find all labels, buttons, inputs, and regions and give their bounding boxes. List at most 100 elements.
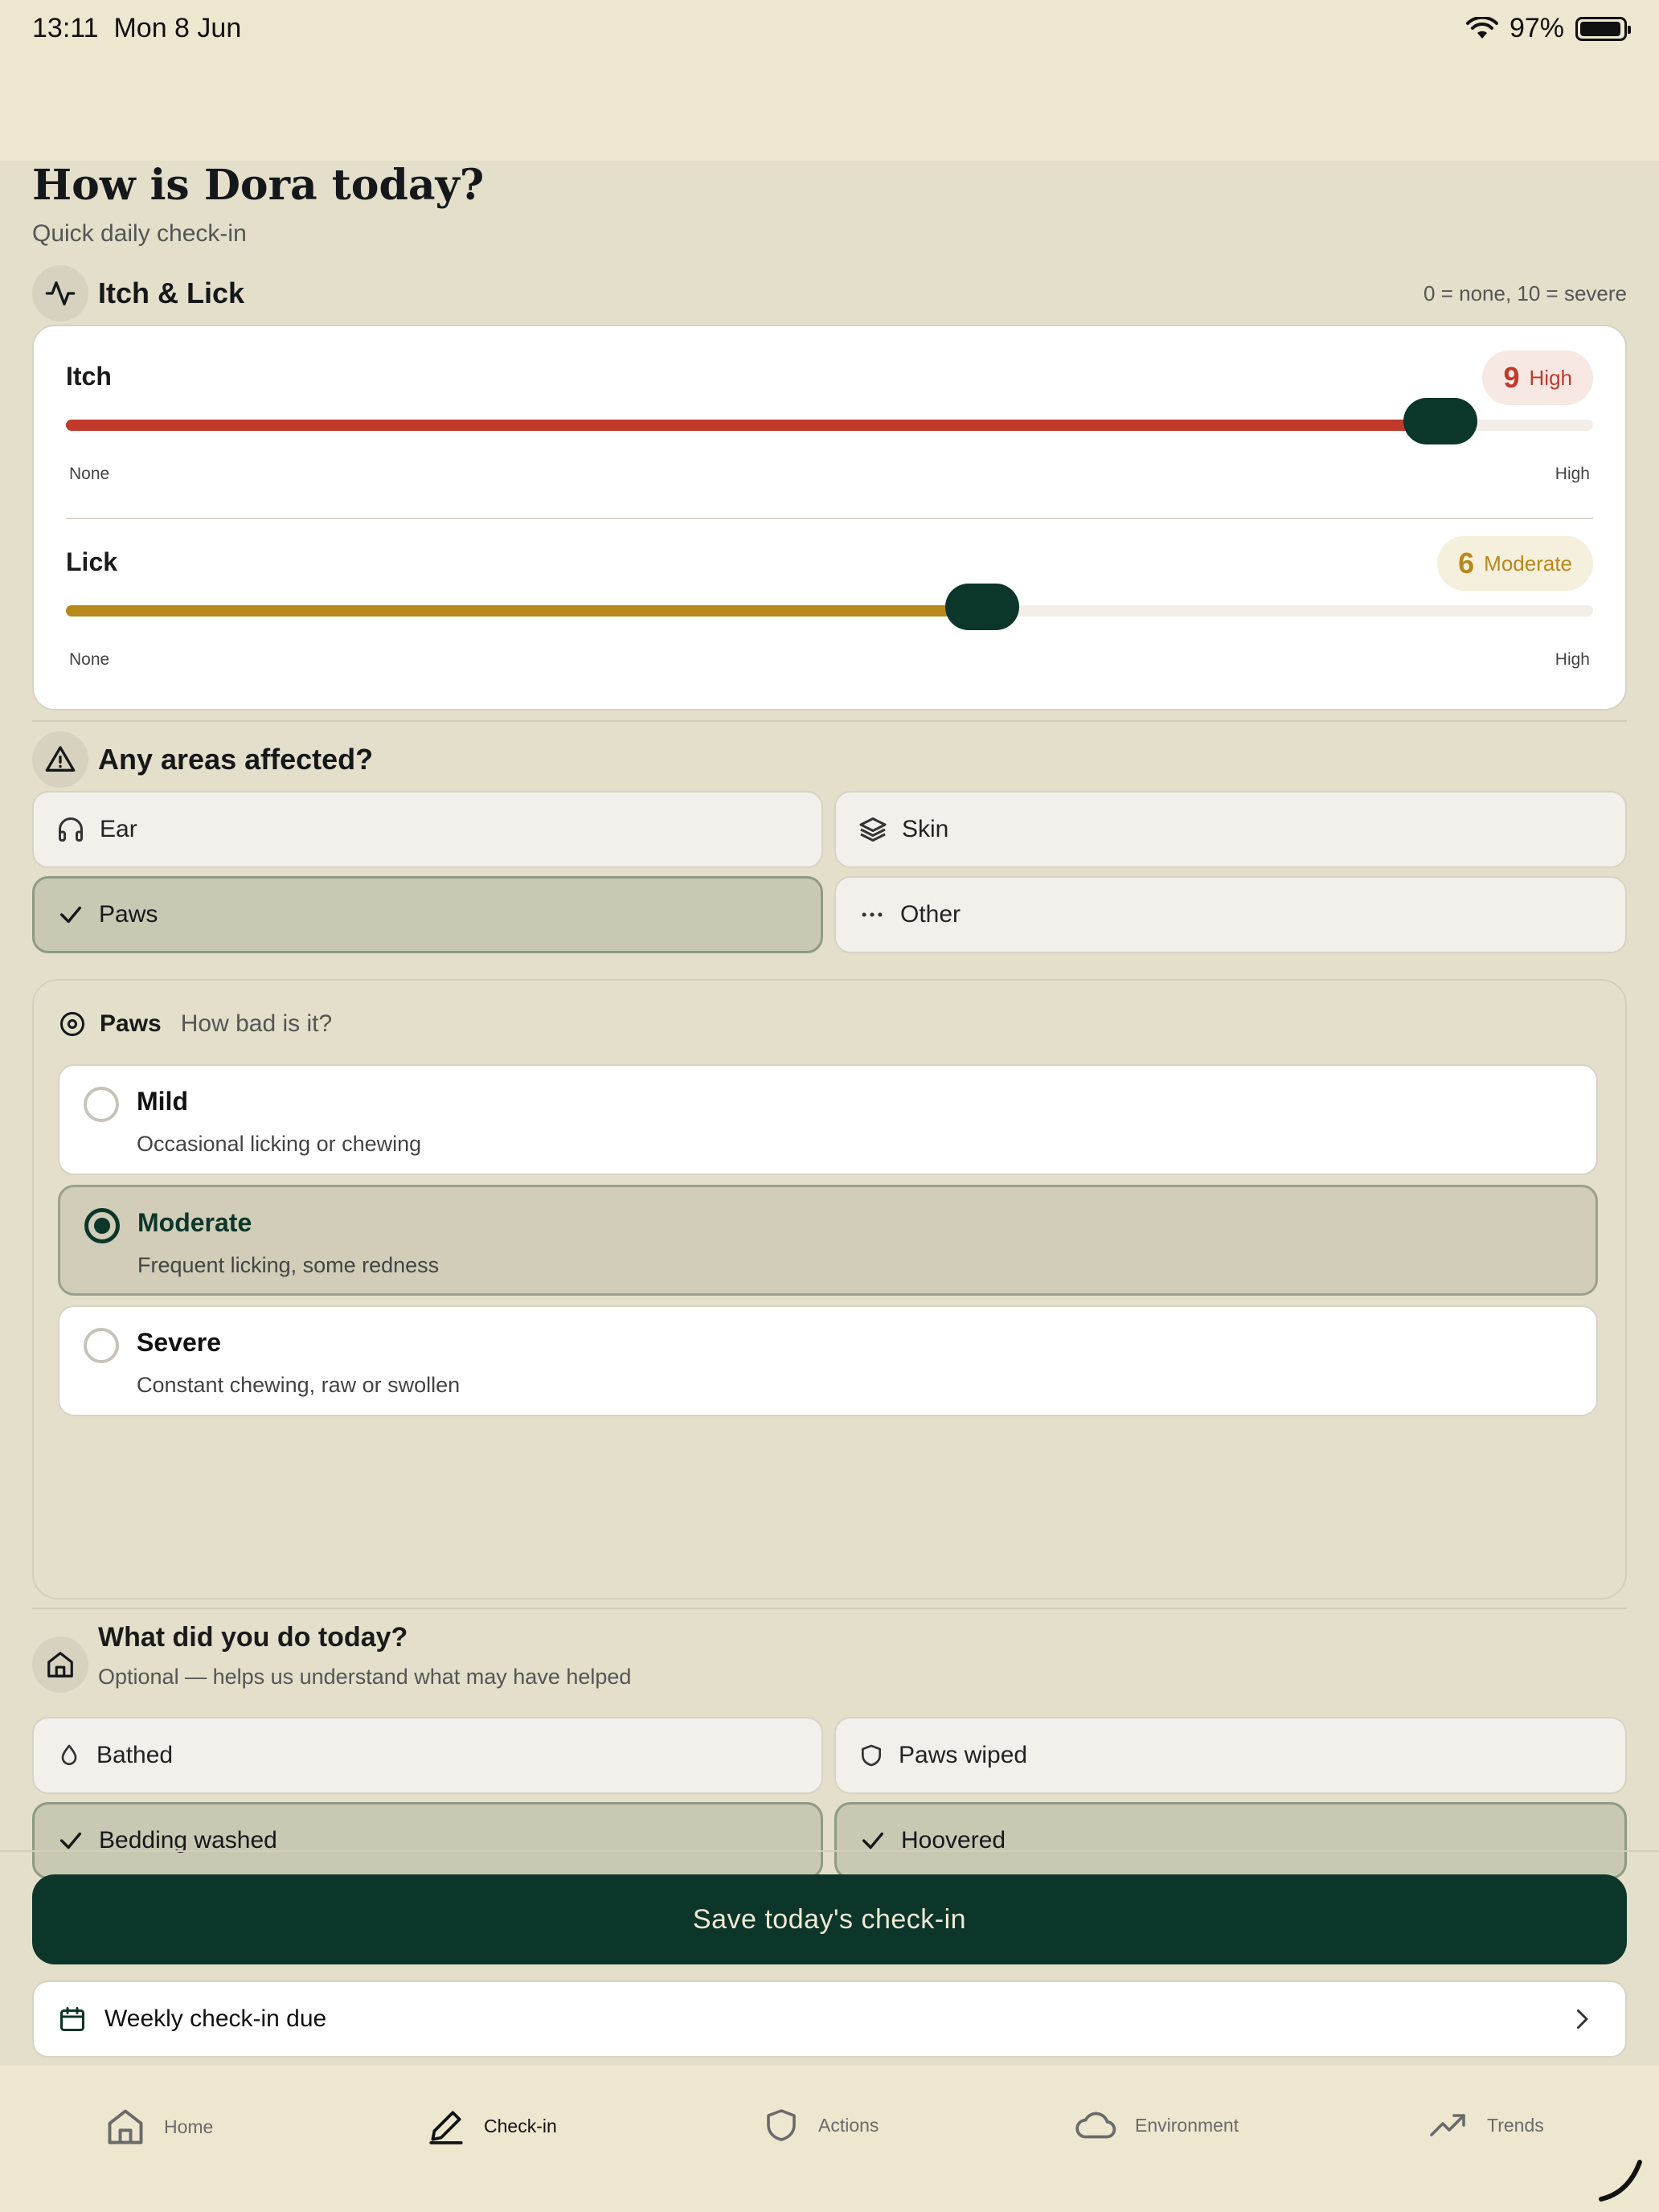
action-chip-label: Bathed [96,1742,174,1768]
weekly-checkin-label: Weekly check-in due [104,2005,327,2032]
area-chip-skin[interactable]: Skin [834,791,1627,868]
battery-icon [1575,16,1631,41]
status-indicators: 97% [1465,13,1631,44]
itch-max-label: High [1555,465,1590,483]
weekly-checkin-row[interactable]: Weekly check-in due [32,1981,1627,2058]
status-time-date: 13:11 Mon 8 Jun [32,13,242,43]
area-chip-ear[interactable]: Ear [32,791,823,868]
option-description: Constant chewing, raw or swollen [137,1373,461,1397]
itch-value: 9 [1503,361,1520,394]
itch-slider[interactable] [66,398,1593,444]
actions-header: What did you do today? Optional — helps … [32,1622,631,1693]
severity-option-severe[interactable]: Severe Constant chewing, raw or swollen [58,1305,1598,1416]
action-chip-hoovered[interactable]: Hoovered [834,1802,1627,1879]
severity-panel: Paws How bad is it? Mild Occasional lick… [32,979,1627,1600]
actions-subtitle: Optional — helps us understand what may … [98,1665,632,1689]
alert-triangle-icon [32,731,88,788]
tab-label: Actions [818,2114,879,2136]
area-chip-label: Skin [902,816,949,842]
tab-trends[interactable]: Trends [1426,2106,1544,2144]
footer-divider [0,1850,1659,1852]
home-icon [108,2109,143,2144]
option-title: Severe [137,1328,221,1357]
section-divider [32,1608,1627,1609]
bottom-tab-bar: Home Check-in Actions Environment Trends [0,2066,1659,2212]
tab-home[interactable]: Home [104,2106,213,2148]
itch-lick-card: Itch 9 High None High Lick 6 Moderate No… [32,325,1627,711]
radio-button[interactable] [84,1328,119,1363]
shield-icon [862,1744,881,1767]
home-icon [32,1636,88,1693]
itch-slider-row: Itch 9 High None High [66,350,1593,490]
lick-slider[interactable] [66,584,1593,630]
area-chip-label: Other [900,901,961,928]
itch-lick-header: Itch & Lick [32,265,244,322]
section-divider [32,720,1627,722]
more-horizontal-icon [862,912,883,917]
actions-heading-text: What did you do today? Optional — helps … [98,1622,631,1690]
area-chip-label: Paws [99,901,158,928]
severity-area-name: Paws [100,1010,162,1037]
lick-label: Lick [66,547,118,576]
radio-button-selected[interactable] [84,1208,120,1243]
area-chip-other[interactable]: Other [834,876,1627,953]
severity-header: Paws How bad is it? [58,1010,332,1038]
save-checkin-button[interactable]: Save today's check-in [32,1874,1627,1964]
wifi-icon [1465,16,1498,39]
trending-up-icon [1430,2114,1465,2136]
slider-divider [66,518,1593,519]
action-chip-label: Paws wiped [899,1742,1028,1768]
eye-target-icon [60,1012,84,1036]
lick-slider-thumb[interactable] [945,584,1019,630]
option-title: Mild [137,1087,188,1116]
itch-level: High [1529,365,1572,390]
status-bar: 13:11 Mon 8 Jun 97% [0,0,1659,161]
areas-title: Any areas affected? [98,743,374,776]
lick-slider-fill [66,605,982,616]
droplet-icon [61,1744,77,1765]
shield-icon [767,2109,796,2141]
area-chip-label: Ear [100,816,137,842]
action-chip-paws-wiped[interactable]: Paws wiped [834,1717,1627,1794]
headphones-icon [59,817,83,842]
itch-level-badge: 9 High [1482,350,1593,405]
lick-min-label: None [69,650,110,669]
page-subtitle: Quick daily check-in [32,220,247,247]
itch-slider-thumb[interactable] [1403,398,1477,444]
layers-icon [859,817,887,842]
itch-min-label: None [69,465,110,483]
option-description: Frequent licking, some redness [137,1253,440,1277]
tab-label: Trends [1487,2114,1544,2136]
areas-header: Any areas affected? [32,731,373,788]
option-description: Occasional licking or chewing [137,1132,422,1156]
scale-hint: 0 = none, 10 = severe [1423,281,1627,305]
lick-value: 6 [1458,547,1475,580]
severity-option-mild[interactable]: Mild Occasional licking or chewing [58,1064,1598,1175]
home-indicator [1599,2160,1642,2202]
cloud-icon [1075,2112,1116,2139]
lick-max-label: High [1555,650,1590,669]
lick-level-badge: 6 Moderate [1437,536,1593,591]
option-title: Moderate [137,1208,252,1237]
itch-label: Itch [66,362,112,391]
area-chip-paws[interactable]: Paws [32,876,823,953]
lick-slider-row: Lick 6 Moderate None High [66,536,1593,676]
action-chip-bedding-washed[interactable]: Bedding washed [32,1802,823,1879]
radio-button[interactable] [84,1087,119,1122]
tab-checkin[interactable]: Check-in [426,2106,557,2146]
activity-icon [32,265,88,322]
check-icon [59,906,82,924]
lick-level: Moderate [1484,551,1572,576]
action-chip-bathed[interactable]: Bathed [32,1717,823,1794]
actions-title: What did you do today? [98,1622,408,1653]
calendar-icon [60,2007,84,2031]
tab-environment[interactable]: Environment [1074,2106,1239,2144]
severity-option-moderate[interactable]: Moderate Frequent licking, some redness [58,1185,1598,1296]
itch-lick-title: Itch & Lick [98,276,245,309]
battery-fill [1580,21,1621,36]
chevron-right-icon [1577,2009,1588,2029]
tab-label: Check-in [484,2115,557,2136]
pencil-icon [429,2111,463,2144]
battery-percent: 97% [1509,13,1564,43]
tab-actions[interactable]: Actions [762,2106,879,2144]
